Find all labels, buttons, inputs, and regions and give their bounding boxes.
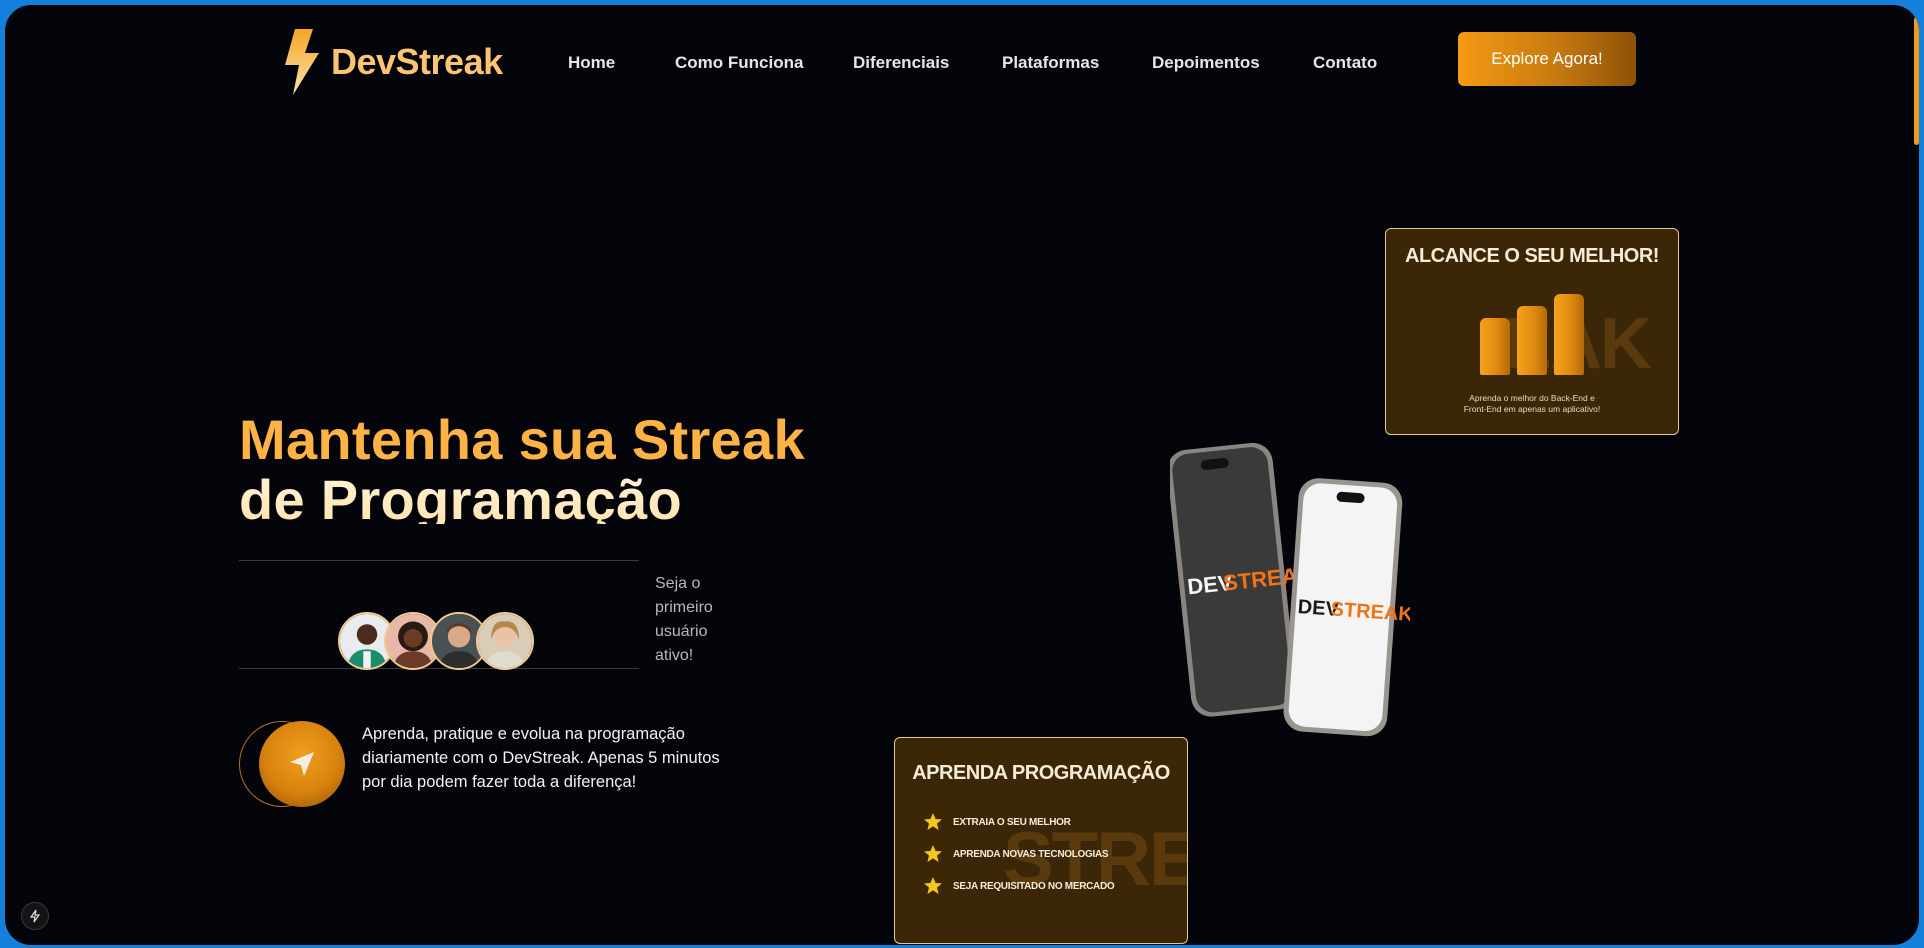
star-icon: [924, 877, 942, 894]
nav-depoimentos[interactable]: Depoimentos: [1152, 53, 1260, 73]
feature-text: SEJA REQUISITADO NO MERCADO: [953, 880, 1115, 892]
nav-como-funciona[interactable]: Como Funciona: [675, 53, 803, 73]
logo[interactable]: DevStreak: [281, 29, 503, 95]
hero-title-line1: Mantenha sua Streak: [239, 408, 805, 471]
nav-home[interactable]: Home: [568, 53, 615, 73]
nav-plataformas[interactable]: Plataformas: [1002, 53, 1099, 73]
phones-mockup: DEV STREAK DEV STREAK: [1170, 430, 1410, 740]
dev-tools-badge[interactable]: [21, 902, 49, 930]
promo-card-top: EAK ALCANCE O SEU MELHOR! Aprenda o melh…: [1385, 228, 1679, 435]
navigation-arrow-icon: [290, 752, 314, 776]
feature-item: SEJA REQUISITADO NO MERCADO: [923, 876, 1115, 896]
star-icon: [924, 845, 942, 862]
brand-name: DevStreak: [331, 41, 503, 82]
avatar[interactable]: [476, 612, 534, 670]
lightning-bolt-icon: [285, 29, 319, 95]
feature-text: APRENDA NOVAS TECNOLOGIAS: [953, 848, 1109, 860]
divider-top: [239, 560, 639, 561]
caption-line: Front-End em apenas um aplicativo!: [1463, 404, 1601, 414]
feature-item: EXTRAIA O SEU MELHOR: [923, 812, 1071, 832]
bolt-icon: [29, 909, 41, 923]
feature-item: APRENDA NOVAS TECNOLOGIAS: [923, 844, 1109, 864]
hero-title-line2: de Programação: [239, 470, 805, 524]
divider-bottom: [239, 668, 639, 669]
card-top-caption: Aprenda o melhor do Back-End e Front-End…: [1386, 393, 1678, 415]
top-nav: DevStreak Home Como Funciona Diferenciai…: [5, 5, 1919, 125]
hero-description: Aprenda, pratique e evolua na programaçã…: [362, 725, 720, 791]
explore-button[interactable]: Explore Agora!: [1458, 32, 1636, 86]
hero-title: Mantenha sua Streak de Programação: [239, 408, 805, 525]
promo-card-bottom: STREAK APRENDA PROGRAMAÇÃO EXTRAIA O SEU…: [894, 737, 1188, 944]
app-frame: DevStreak Home Como Funciona Diferenciai…: [5, 5, 1919, 945]
send-control: [239, 721, 349, 807]
feature-text: EXTRAIA O SEU MELHOR: [953, 816, 1071, 828]
card-top-title: ALCANCE O SEU MELHOR!: [1405, 245, 1659, 267]
growth-bar: [1480, 318, 1510, 375]
star-icon: [924, 813, 942, 830]
card-bottom-title: APRENDA PROGRAMAÇÃO: [912, 762, 1170, 784]
caption-line: Aprenda o melhor do Back-End e: [1469, 393, 1595, 403]
nav-diferenciais[interactable]: Diferenciais: [853, 53, 949, 73]
growth-bars-icon: [1480, 275, 1590, 375]
growth-bar: [1517, 306, 1547, 375]
growth-bar: [1554, 294, 1584, 375]
nav-contato[interactable]: Contato: [1313, 53, 1377, 73]
phone-light: DEV STREAK: [1283, 478, 1410, 737]
side-note: Seja o primeiro usuário ativo!: [655, 575, 713, 664]
send-button[interactable]: [259, 721, 345, 807]
